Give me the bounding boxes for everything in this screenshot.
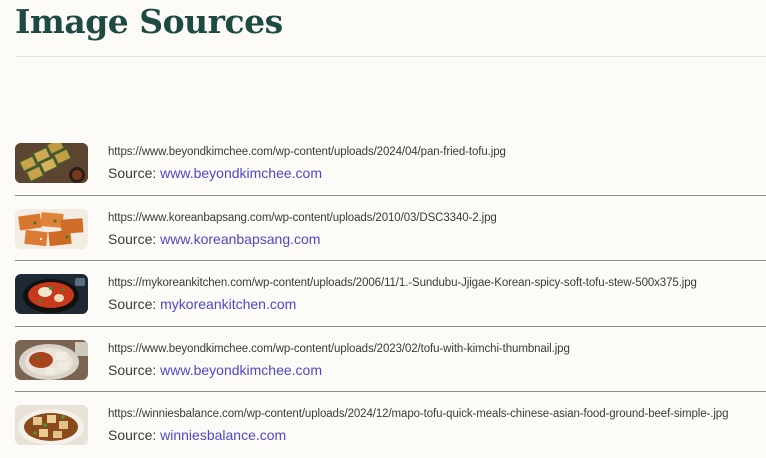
- image-url: https://www.beyondkimchee.com/wp-content…: [108, 342, 570, 355]
- source-line: Source: www.beyondkimchee.com: [108, 165, 322, 181]
- tofu-kimchi-icon: [15, 339, 88, 380]
- source-label: Source:: [108, 427, 157, 443]
- page-title: Image Sources: [15, 2, 283, 41]
- list-item: https://www.beyondkimchee.com/wp-content…: [0, 327, 766, 392]
- sundubu-stew-icon: [15, 274, 88, 314]
- spicy-tofu-icon: [15, 208, 88, 249]
- source-label: Source:: [108, 296, 157, 312]
- image-sources-page: Image Sources https://www.beyondkimchee.…: [0, 0, 766, 458]
- source-line: Source: mykoreankitchen.com: [108, 296, 296, 312]
- pan-fried-tofu-image[interactable]: [15, 143, 88, 183]
- title-divider: [15, 56, 766, 57]
- source-line: Source: www.koreanbapsang.com: [108, 231, 320, 247]
- list-item: https://winniesbalance.com/wp-content/up…: [0, 392, 766, 458]
- tofu-kimchi-image[interactable]: [15, 339, 88, 380]
- source-label: Source:: [108, 230, 157, 247]
- source-line: Source: www.beyondkimchee.com: [108, 362, 322, 378]
- source-label: Source:: [108, 361, 157, 378]
- spicy-tofu-image[interactable]: [15, 208, 88, 249]
- mapo-tofu-image[interactable]: [15, 405, 88, 445]
- source-link[interactable]: www.koreanbapsang.com: [160, 231, 320, 247]
- mapo-tofu-icon: [15, 405, 88, 445]
- source-label: Source:: [108, 165, 157, 181]
- source-link[interactable]: www.beyondkimchee.com: [160, 165, 322, 181]
- source-link[interactable]: www.beyondkimchee.com: [160, 362, 322, 378]
- image-url: https://www.koreanbapsang.com/wp-content…: [108, 211, 497, 224]
- list-item: https://mykoreankitchen.com/wp-content/u…: [0, 261, 766, 327]
- list-item: https://www.koreanbapsang.com/wp-content…: [0, 196, 766, 261]
- sundubu-stew-image[interactable]: [15, 274, 88, 314]
- source-link[interactable]: mykoreankitchen.com: [160, 296, 296, 312]
- image-url: https://www.beyondkimchee.com/wp-content…: [108, 146, 506, 158]
- source-list: https://www.beyondkimchee.com/wp-content…: [0, 130, 766, 458]
- pan-fried-tofu-icon: [15, 143, 88, 183]
- list-item: https://www.beyondkimchee.com/wp-content…: [0, 130, 766, 196]
- source-line: Source: winniesbalance.com: [108, 427, 286, 443]
- source-link[interactable]: winniesbalance.com: [160, 427, 286, 443]
- image-url: https://mykoreankitchen.com/wp-content/u…: [108, 277, 697, 289]
- image-url: https://winniesbalance.com/wp-content/up…: [108, 408, 729, 420]
